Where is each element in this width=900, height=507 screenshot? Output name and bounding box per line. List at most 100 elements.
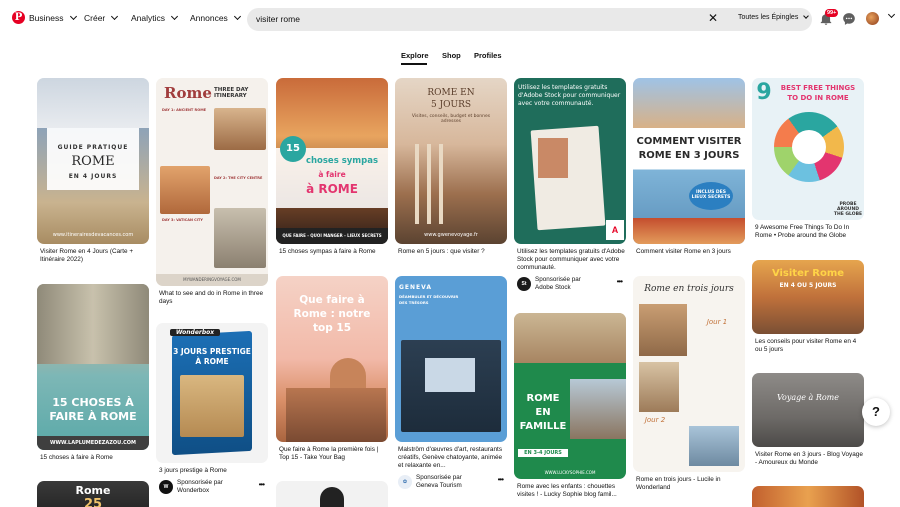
pin-title[interactable]: Rome en 5 jours : que visiter ?	[395, 248, 507, 256]
nav-analytics[interactable]: Analytics	[131, 12, 179, 23]
pin-overlay-text: Visites, conseils, budget et bonnes adre…	[411, 114, 491, 124]
pin-overlay-text: TO DO IN ROME	[787, 94, 849, 102]
more-options-icon[interactable]: •••	[498, 475, 504, 484]
pin-image[interactable]: Rome THREE DAY ITINERARY DAY 1: ANCIENT …	[156, 78, 268, 286]
pin-card[interactable]: Que faire à Rome : notre top 15 Que fair…	[276, 276, 388, 462]
pin-card[interactable]: GUIDE PRATIQUE ROME EN 4 JOURS www.itine…	[37, 78, 149, 264]
pin-overlay-text: FAMILLE	[519, 421, 567, 432]
pin-card[interactable]: ROME EN 5 JOURS Visites, conseils, budge…	[395, 78, 507, 256]
pin-image[interactable]	[276, 481, 388, 507]
pin-title[interactable]: Visiter Rome en 3 jours - Blog Voyage - …	[752, 451, 864, 467]
pin-image[interactable]: Wonderbox 3 JOURS PRESTIGE À ROME	[156, 323, 268, 463]
pin-overlay-text: DES TRÉSORS	[399, 300, 429, 305]
tab-shop[interactable]: Shop	[442, 51, 461, 60]
pin-overlay-text: 9	[756, 80, 772, 105]
sponsor-name[interactable]: Geneva Tourism	[416, 482, 462, 489]
pin-overlay-text: 3 JOURS PRESTIGE	[173, 347, 251, 356]
pin-title[interactable]: Utilisez les templates gratuits d'Adobe …	[514, 248, 626, 272]
pin-image[interactable]: Que faire à Rome : notre top 15	[276, 276, 388, 442]
sponsor-row: ✿ Sponsorisée par Geneva Tourism •••	[395, 474, 507, 492]
tab-explore[interactable]: Explore	[401, 51, 429, 60]
pin-title[interactable]: 15 choses à faire à Rome	[37, 454, 149, 462]
pin-image[interactable]: 15 choses sympas à faire à ROME QUE FAIR…	[276, 78, 388, 244]
pin-image[interactable]: ROME EN 5 JOURS Visites, conseils, budge…	[395, 78, 507, 244]
pin-card[interactable]: 15 choses sympas à faire à ROME QUE FAIR…	[276, 78, 388, 256]
chevron-down-icon	[233, 12, 241, 21]
pin-overlay-text: www.gwenevoyage.fr	[424, 232, 478, 238]
pin-title[interactable]: Comment visiter Rome en 3 jours	[633, 248, 745, 256]
pin-overlay-text: EN 4 JOURS	[68, 173, 118, 180]
pin-overlay-text: À ROME	[195, 357, 229, 366]
nav-analytics-label: Analytics	[131, 13, 166, 23]
pin-overlay-text: DÉAMBULER ET DÉCOUVRIR	[399, 294, 459, 299]
pinterest-logo-icon[interactable]: P	[12, 11, 25, 24]
pin-title[interactable]: Malström d'œuvres d'art, restaurants cré…	[395, 446, 507, 470]
account-chevron-down-icon[interactable]	[887, 10, 896, 19]
pin-image[interactable]: GENEVA DÉAMBULER ET DÉCOUVRIR DES TRÉSOR…	[395, 276, 507, 442]
pin-card[interactable]: Utilisez les templates gratuits d'Adobe …	[514, 78, 626, 294]
pin-overlay-text: Wonderbox	[170, 329, 220, 336]
pin-card[interactable]: Visiter Rome EN 4 OU 5 JOURS Les conseil…	[752, 260, 864, 354]
chevron-down-icon	[111, 12, 119, 21]
pin-title[interactable]: What to see and do in Rome in three days	[156, 290, 268, 306]
pin-image[interactable]: 15 CHOSES À FAIRE À ROME WWW.LAPLUMEDEZA…	[37, 284, 149, 450]
search-input[interactable]: visiter rome	[256, 14, 300, 24]
pin-image[interactable]: 9 BEST FREE THINGS TO DO IN ROME PROBE A…	[752, 78, 864, 220]
pin-card[interactable]: Rome THREE DAY ITINERARY DAY 1: ANCIENT …	[156, 78, 268, 306]
pin-card[interactable]	[276, 481, 388, 507]
search-scope-dropdown[interactable]: Toutes les Épingles	[738, 13, 810, 21]
pin-title[interactable]: 9 Awesome Free Things To Do In Rome • Pr…	[752, 224, 864, 240]
pin-card[interactable]: Rome 25	[37, 481, 149, 507]
search-scope-label: Toutes les Épingles	[738, 14, 799, 21]
pin-image[interactable]: Voyage à Rome	[752, 373, 864, 447]
avatar[interactable]	[866, 12, 879, 25]
pin-image[interactable]: GUIDE PRATIQUE ROME EN 4 JOURS www.itine…	[37, 78, 149, 244]
pin-image[interactable]: COMMENT VISITER ROME EN 3 JOURS INCLUS D…	[633, 78, 745, 244]
sponsor-name[interactable]: Adobe Stock	[535, 284, 571, 291]
pin-title[interactable]: Rome en trois jours - Lucile in Wonderla…	[633, 476, 745, 492]
sponsor-row: St Sponsorisée par Adobe Stock •••	[514, 276, 626, 294]
pin-image[interactable]	[752, 486, 864, 507]
pin-title[interactable]: Que faire à Rome la première fois | Top …	[276, 446, 388, 462]
nav-business[interactable]: Business	[29, 12, 77, 23]
pin-overlay-text: à faire	[318, 170, 346, 179]
pin-overlay-text: Visiter Rome	[771, 268, 845, 279]
pin-image[interactable]: Utilisez les templates gratuits d'Adobe …	[514, 78, 626, 244]
pin-image[interactable]: Visiter Rome EN 4 OU 5 JOURS	[752, 260, 864, 334]
pin-image[interactable]: ROME EN FAMILLE EN 3-4 JOURS WWW.LUCKYSO…	[514, 313, 626, 479]
pin-title[interactable]: 3 jours prestige à Rome	[156, 467, 268, 475]
pin-title[interactable]: Visiter Rome en 4 Jours (Carte + Itinéra…	[37, 248, 149, 264]
pin-title[interactable]: 15 choses sympas à faire à Rome	[276, 248, 388, 256]
nav-ads[interactable]: Annonces	[190, 12, 241, 23]
messages-icon[interactable]	[842, 12, 856, 26]
pin-card[interactable]: 9 BEST FREE THINGS TO DO IN ROME PROBE A…	[752, 78, 864, 240]
sponsor-name[interactable]: Wonderbox	[177, 487, 209, 494]
pin-card[interactable]: Voyage à Rome Visiter Rome en 3 jours - …	[752, 373, 864, 467]
pin-card[interactable]: 15 CHOSES À FAIRE À ROME WWW.LAPLUMEDEZA…	[37, 284, 149, 462]
sponsor-avatar[interactable]: St	[517, 277, 531, 291]
sponsor-label: Sponsorisée par	[416, 474, 462, 481]
pin-image[interactable]: Rome 25	[37, 481, 149, 507]
pin-card[interactable]: Wonderbox 3 JOURS PRESTIGE À ROME 3 jour…	[156, 323, 268, 497]
pin-overlay-text: BEST FREE THINGS	[780, 84, 856, 92]
pin-card[interactable]: GENEVA DÉAMBULER ET DÉCOUVRIR DES TRÉSOR…	[395, 276, 507, 492]
pin-card[interactable]: COMMENT VISITER ROME EN 3 JOURS INCLUS D…	[633, 78, 745, 256]
help-button[interactable]: ?	[862, 398, 890, 426]
pin-title[interactable]: Rome avec les enfants : chouettes visite…	[514, 483, 626, 499]
clear-search-icon[interactable]: ✕	[708, 11, 718, 25]
more-options-icon[interactable]: •••	[617, 277, 623, 286]
pin-image[interactable]: Rome en trois jours Jour 1 Jour 2	[633, 276, 745, 472]
active-tab-indicator	[401, 63, 427, 65]
pin-title[interactable]: Les conseils pour visiter Rome en 4 ou 5…	[752, 338, 864, 354]
pin-card[interactable]: ROME EN FAMILLE EN 3-4 JOURS WWW.LUCKYSO…	[514, 313, 626, 499]
pin-card[interactable]: Rome en trois jours Jour 1 Jour 2 Rome e…	[633, 276, 745, 492]
sponsor-avatar[interactable]: W	[159, 480, 173, 494]
more-options-icon[interactable]: •••	[259, 480, 265, 489]
tab-profiles[interactable]: Profiles	[474, 51, 502, 60]
sponsor-avatar[interactable]: ✿	[398, 475, 412, 489]
nav-create[interactable]: Créer	[84, 12, 119, 23]
pin-overlay-text: ROME EN	[427, 88, 475, 98]
pin-card[interactable]	[752, 486, 864, 507]
pin-overlay-text: EN 3-4 JOURS	[518, 449, 568, 457]
pin-overlay-text: THREE DAY ITINERARY	[214, 87, 249, 99]
